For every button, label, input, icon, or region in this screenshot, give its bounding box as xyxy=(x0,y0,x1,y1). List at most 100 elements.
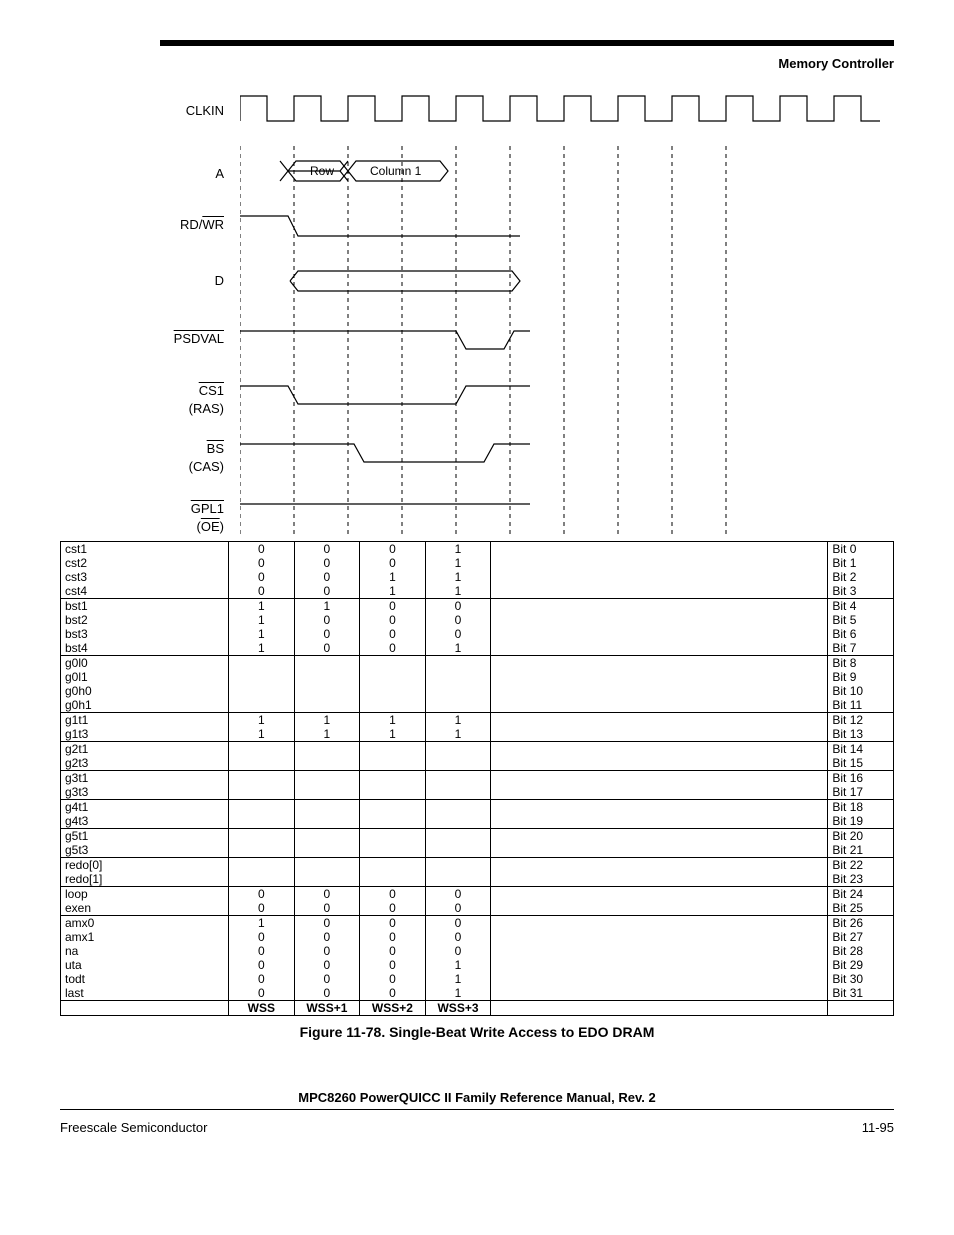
bit-label: Bit 1 xyxy=(828,556,894,570)
cell-wss: 1 xyxy=(229,713,295,728)
label-cs1: CS1 xyxy=(199,383,224,398)
bit-label: Bit 27 xyxy=(828,930,894,944)
bit-label: Bit 7 xyxy=(828,641,894,656)
gap xyxy=(491,887,828,902)
row-name: cst4 xyxy=(61,584,229,599)
label-oe: (OE) xyxy=(197,519,224,534)
cell-wss: 0 xyxy=(229,542,295,557)
cell-wss3: 1 xyxy=(425,958,491,972)
footer-doc-title: MPC8260 PowerQUICC II Family Reference M… xyxy=(60,1090,894,1105)
bit-label: Bit 5 xyxy=(828,613,894,627)
label-gpl1: GPL1 xyxy=(191,501,224,516)
section-header: Memory Controller xyxy=(60,56,894,71)
bit-label: Bit 25 xyxy=(828,901,894,916)
label-a: A xyxy=(215,166,224,181)
gap xyxy=(491,756,828,771)
cell-wss1: 0 xyxy=(294,542,360,557)
cell-wss2 xyxy=(360,785,426,800)
bit-label: Bit 16 xyxy=(828,771,894,786)
cell-wss2 xyxy=(360,698,426,713)
row-name: todt xyxy=(61,972,229,986)
bit-label: Bit 6 xyxy=(828,627,894,641)
row-name: last xyxy=(61,986,229,1001)
bit-label: Bit 11 xyxy=(828,698,894,713)
cell-wss3 xyxy=(425,670,491,684)
cell-wss1: 0 xyxy=(294,916,360,931)
cell-wss2: 0 xyxy=(360,916,426,931)
bit-label: Bit 17 xyxy=(828,785,894,800)
gap xyxy=(491,944,828,958)
cell-wss3 xyxy=(425,814,491,829)
cell-wss: 0 xyxy=(229,584,295,599)
gap xyxy=(491,916,828,931)
gap xyxy=(491,972,828,986)
cell-wss2: 0 xyxy=(360,986,426,1001)
gap xyxy=(491,800,828,815)
cell-wss xyxy=(229,858,295,873)
cell-wss xyxy=(229,756,295,771)
row-name: g0h1 xyxy=(61,698,229,713)
bit-label: Bit 3 xyxy=(828,584,894,599)
gap xyxy=(491,656,828,671)
cell-wss1: 0 xyxy=(294,556,360,570)
cell-wss3: 0 xyxy=(425,613,491,627)
cell-wss1: 0 xyxy=(294,958,360,972)
gap xyxy=(491,599,828,614)
gap xyxy=(491,843,828,858)
bit-label: Bit 23 xyxy=(828,872,894,887)
row-name: g3t3 xyxy=(61,785,229,800)
cell-wss2: 0 xyxy=(360,944,426,958)
waveforms: Row Column 1 xyxy=(240,91,880,536)
cell-wss1 xyxy=(294,800,360,815)
cell-wss1 xyxy=(294,872,360,887)
row-name: exen xyxy=(61,901,229,916)
bit-label: Bit 26 xyxy=(828,916,894,931)
cell-wss1 xyxy=(294,656,360,671)
cell-wss1: 0 xyxy=(294,972,360,986)
cell-wss: 0 xyxy=(229,901,295,916)
bit-label: Bit 10 xyxy=(828,684,894,698)
gap xyxy=(491,986,828,1001)
gap xyxy=(491,958,828,972)
cell-wss3: 1 xyxy=(425,641,491,656)
cell-wss3 xyxy=(425,698,491,713)
row-name: g0l1 xyxy=(61,670,229,684)
cell-wss2 xyxy=(360,814,426,829)
cell-wss1 xyxy=(294,829,360,844)
cell-wss2: 0 xyxy=(360,542,426,557)
cell-wss3: 1 xyxy=(425,542,491,557)
cell-wss3 xyxy=(425,843,491,858)
gap xyxy=(491,742,828,757)
row-name: bst4 xyxy=(61,641,229,656)
cell-wss3: 1 xyxy=(425,727,491,742)
cell-wss: 0 xyxy=(229,930,295,944)
footer-left: Freescale Semiconductor xyxy=(60,1120,207,1135)
cell-wss3 xyxy=(425,829,491,844)
cell-wss3: 1 xyxy=(425,986,491,1001)
bit-label: Bit 4 xyxy=(828,599,894,614)
cell-wss2 xyxy=(360,756,426,771)
bit-label: Bit 14 xyxy=(828,742,894,757)
footer-right: 11-95 xyxy=(862,1120,894,1135)
cell-wss1: 0 xyxy=(294,986,360,1001)
cell-wss1: 1 xyxy=(294,713,360,728)
label-psdval: PSDVAL xyxy=(174,331,224,346)
cell-wss3: 1 xyxy=(425,570,491,584)
cell-wss3 xyxy=(425,771,491,786)
cell-wss1 xyxy=(294,670,360,684)
bit-label: Bit 15 xyxy=(828,756,894,771)
cell-wss2: 0 xyxy=(360,627,426,641)
cell-wss1: 0 xyxy=(294,641,360,656)
cell-wss3 xyxy=(425,785,491,800)
cell-wss1: 0 xyxy=(294,944,360,958)
bit-label: Bit 20 xyxy=(828,829,894,844)
gap xyxy=(491,698,828,713)
row-name: amx1 xyxy=(61,930,229,944)
cell-wss1 xyxy=(294,858,360,873)
hdr-wss2: WSS+2 xyxy=(360,1001,426,1016)
cell-wss1: 0 xyxy=(294,887,360,902)
cell-wss1 xyxy=(294,684,360,698)
cell-wss3 xyxy=(425,800,491,815)
cell-wss xyxy=(229,698,295,713)
cell-wss2 xyxy=(360,800,426,815)
